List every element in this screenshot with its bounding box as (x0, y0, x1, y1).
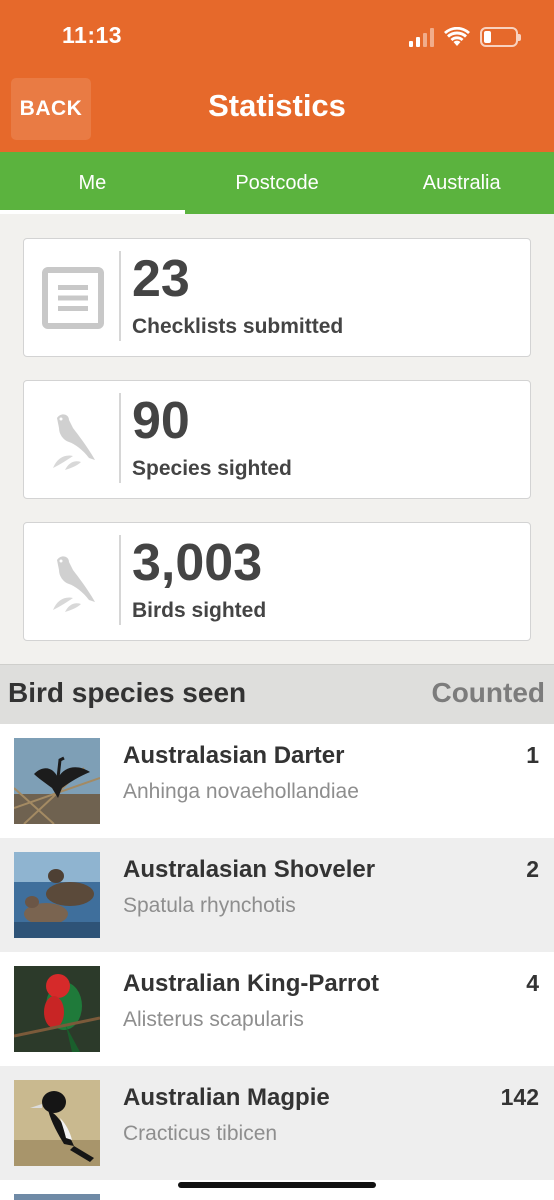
species-scientific-name: Cracticus tibicen (123, 1122, 278, 1145)
cellular-signal-icon (409, 27, 434, 47)
species-count: 4 (526, 970, 539, 996)
card-divider (119, 251, 121, 341)
stat-label: Species sighted (132, 457, 292, 480)
species-photo (14, 1080, 100, 1166)
species-header-label: Bird species seen (8, 677, 247, 708)
species-scientific-name: Spatula rhynchotis (123, 894, 296, 917)
species-photo (14, 966, 100, 1052)
stat-card-checklists: 23 Checklists submitted (23, 238, 531, 357)
species-scientific-name: Anhinga novaehollandiae (123, 780, 359, 803)
list-item[interactable]: Australasian Shoveler Spatula rhynchotis… (0, 838, 554, 952)
list-item[interactable]: Australasian Darter Anhinga novaeholland… (0, 724, 554, 838)
home-indicator[interactable] (178, 1182, 376, 1188)
card-divider (119, 393, 121, 483)
page-title: Statistics (208, 88, 346, 123)
stat-value: 23 (132, 250, 190, 308)
checklist-icon (40, 265, 106, 331)
stat-label: Birds sighted (132, 599, 267, 622)
tab-me[interactable]: Me (0, 152, 185, 214)
status-time: 11:13 (62, 22, 123, 48)
tab-postcode[interactable]: Postcode (185, 152, 370, 214)
stat-value: 90 (132, 392, 190, 450)
card-divider (119, 535, 121, 625)
status-icons (409, 24, 521, 50)
species-photo (14, 1194, 100, 1200)
stats-tabs: Me Postcode Australia (0, 152, 554, 214)
stat-value: 3,003 (132, 534, 263, 592)
species-count: 2 (526, 856, 539, 882)
battery-icon (480, 27, 521, 47)
bird-icon (40, 407, 106, 473)
species-list-header: Bird species seen Counted (0, 664, 554, 724)
species-common-name: Australasian Darter (123, 742, 345, 769)
stat-card-birds: 3,003 Birds sighted (23, 522, 531, 641)
list-item[interactable]: Australian King-Parrot Alisterus scapula… (0, 952, 554, 1066)
stat-card-species: 90 Species sighted (23, 380, 531, 499)
species-common-name: Australian Magpie (123, 1084, 330, 1111)
app-header: 11:13 BACK Statistics (0, 0, 554, 152)
bird-icon (40, 549, 106, 615)
species-count: 142 (500, 1084, 539, 1110)
stat-label: Checklists submitted (132, 315, 344, 338)
species-photo (14, 738, 100, 824)
battery-level (484, 31, 491, 43)
species-count: 1 (526, 742, 539, 768)
species-common-name: Australian King-Parrot (123, 970, 380, 997)
counted-header-label: Counted (431, 677, 545, 708)
wifi-icon (444, 27, 470, 46)
list-item[interactable]: Australian Magpie Cracticus tibicen 142 (0, 1066, 554, 1180)
species-scientific-name: Alisterus scapularis (123, 1008, 304, 1031)
tab-australia[interactable]: Australia (369, 152, 554, 214)
species-photo (14, 852, 100, 938)
species-common-name: Australasian Shoveler (123, 856, 376, 883)
